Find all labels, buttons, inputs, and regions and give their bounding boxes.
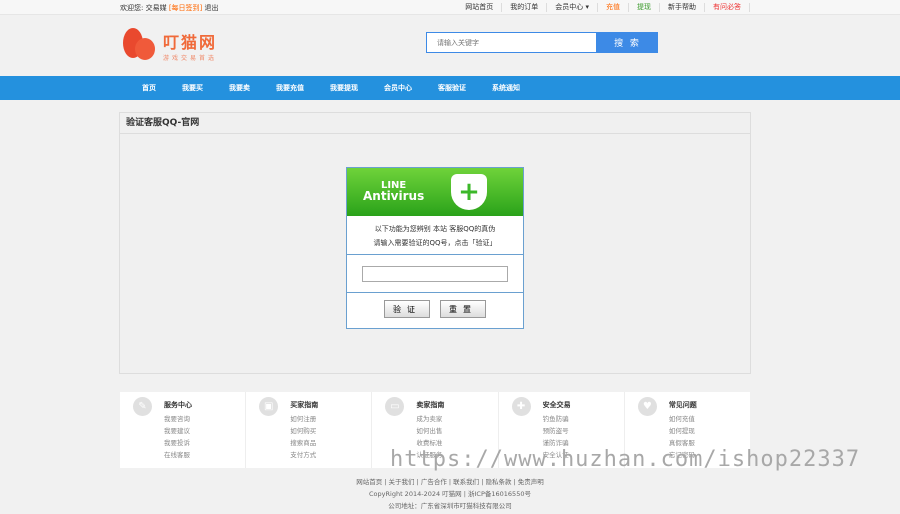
nav-item[interactable]: 首页 — [142, 76, 156, 100]
welcome-area: 欢迎您: 交易媒 [每日签到] 退出 — [120, 3, 219, 13]
squirrel-logo-icon — [123, 28, 159, 62]
banner-line2: Antivirus — [363, 189, 425, 203]
logout-link[interactable]: 退出 — [205, 4, 219, 12]
footer-title: 服务中心 — [164, 401, 192, 409]
footer-link[interactable]: 搜索商品 — [290, 437, 371, 449]
verify-box: LINE Antivirus + 以下功能为您辨别 本站 客服QQ的真伪 请输入需… — [346, 167, 524, 329]
logo-name: 叮猫网 — [163, 32, 218, 52]
wrench-icon: ✚ — [511, 397, 531, 416]
nav-item[interactable]: 会员中心 — [384, 76, 412, 100]
desc-line1: 以下功能为您辨别 本站 客服QQ的真伪 — [374, 225, 496, 233]
top-link[interactable]: 网站首页 — [457, 3, 503, 12]
panel-title: 验证客服QQ-官网 — [120, 113, 750, 134]
address: 公司地址：广东省深圳市叮猫科技有限公司 — [388, 502, 512, 510]
reset-button[interactable]: 重置 — [440, 300, 486, 318]
footer-title: 买家指南 — [290, 401, 319, 409]
footer-link[interactable]: 如何注册 — [290, 413, 371, 425]
footer-column: ▭ 卖家指南成为卖家 如何出售 收费标准 认证服务 — [372, 392, 499, 468]
top-link[interactable]: 我的订单 — [502, 3, 548, 12]
footer-link[interactable]: 在线客服 — [164, 449, 245, 461]
heart-icon: ♥ — [637, 397, 657, 416]
qq-input[interactable] — [362, 265, 508, 282]
signin-link[interactable]: [每日签到] — [169, 4, 202, 12]
footer-link[interactable]: 我要建议 — [164, 425, 245, 437]
footer-link[interactable]: 真假客服 — [669, 437, 750, 449]
copyright: CopyRight 2014-2024 叮猫网 | 浙ICP备16016550号 — [369, 490, 531, 498]
footer-link[interactable]: 我要投诉 — [164, 437, 245, 449]
footer-title: 卖家指南 — [416, 401, 445, 409]
top-link[interactable]: 有问必答 — [705, 3, 750, 12]
verify-button[interactable]: 验证 — [384, 300, 430, 318]
desc-line2: 请输入需要验证的QQ号，点击「验证」 — [373, 239, 497, 247]
nav-item[interactable]: 系统通知 — [492, 76, 520, 100]
footer-title: 常见问题 — [668, 401, 697, 409]
top-link[interactable]: 会员中心 ▾ — [547, 3, 598, 12]
search-bar: 搜 索 — [426, 32, 658, 53]
shield-plus-icon: + — [451, 174, 487, 210]
nav-item[interactable]: 客服验证 — [438, 76, 466, 100]
bus-icon: ▣ — [259, 397, 279, 416]
compass-icon: ✎ — [133, 397, 152, 416]
footer-guides: ✎ 服务中心我要咨询 我要建议 我要投诉 在线客服 ▣ 买家指南如何注册 如何购买 搜索商品 支付… — [120, 392, 750, 468]
footer-column: ♥ 常见问题如何充值 如何提现 真假客服 忘记密码 — [625, 392, 750, 468]
footer-link[interactable]: 忘记密码 — [669, 449, 750, 461]
footer-link[interactable]: 安全认证 — [543, 449, 624, 461]
bottom-links[interactable]: 网站首页 | 关于我们 | 广告合作 | 联系我们 | 隐私条款 | 免责声明 — [0, 476, 900, 488]
top-link[interactable]: 充值 — [598, 3, 629, 12]
wallet-icon: ▭ — [385, 397, 405, 416]
nav-item[interactable]: 我要提现 — [330, 76, 358, 100]
nav-item[interactable]: 我要充值 — [276, 76, 304, 100]
logo[interactable]: 叮猫网 游戏交易首选 — [123, 28, 217, 62]
footer-link[interactable]: 如何提现 — [669, 425, 750, 437]
footer-link[interactable]: 我要咨询 — [164, 413, 245, 425]
top-bar: 欢迎您: 交易媒 [每日签到] 退出 网站首页 我的订单 会员中心 ▾ 充值 提现 新手帮… — [0, 0, 900, 15]
top-link[interactable]: 新手帮助 — [660, 3, 705, 12]
footer-link[interactable]: 钓鱼防骗 — [543, 413, 624, 425]
antivirus-banner: LINE Antivirus + — [347, 168, 523, 216]
footer-link[interactable]: 如何购买 — [290, 425, 371, 437]
search-button[interactable]: 搜 索 — [597, 32, 658, 53]
nav-item[interactable]: 我要卖 — [229, 76, 250, 100]
footer-column: ✎ 服务中心我要咨询 我要建议 我要投诉 在线客服 — [120, 392, 247, 468]
footer-link[interactable]: 谨防诈骗 — [543, 437, 624, 449]
footer-column: ✚ 安全交易钓鱼防骗 预防盗号 谨防诈骗 安全认证 — [499, 392, 625, 468]
top-link[interactable]: 提现 — [629, 3, 660, 12]
welcome-label: 欢迎您: — [120, 4, 144, 12]
bottom-info: 网站首页 | 关于我们 | 广告合作 | 联系我们 | 隐私条款 | 免责声明 … — [0, 476, 900, 512]
logo-slogan: 游戏交易首选 — [163, 54, 218, 62]
footer-column: ▣ 买家指南如何注册 如何购买 搜索商品 支付方式 — [246, 392, 373, 468]
nav-item[interactable]: 我要买 — [182, 76, 203, 100]
footer-title: 安全交易 — [542, 401, 571, 409]
top-links: 网站首页 我的订单 会员中心 ▾ 充值 提现 新手帮助 有问必答 — [457, 3, 750, 12]
footer-link[interactable]: 支付方式 — [290, 449, 371, 461]
search-input[interactable] — [426, 32, 597, 53]
footer-link[interactable]: 认证服务 — [416, 449, 497, 461]
footer-link[interactable]: 如何出售 — [416, 425, 497, 437]
verify-panel: 验证客服QQ-官网 LINE Antivirus + 以下功能为您辨别 本站 客服… — [119, 112, 751, 374]
footer-link[interactable]: 如何充值 — [669, 413, 750, 425]
footer-link[interactable]: 成为卖家 — [416, 413, 497, 425]
username[interactable]: 交易媒 — [146, 4, 167, 12]
footer-link[interactable]: 收费标准 — [416, 437, 497, 449]
main-nav: 首页 我要买 我要卖 我要充值 我要提现 会员中心 客服验证 系统通知 — [0, 76, 900, 100]
footer-link[interactable]: 预防盗号 — [543, 425, 624, 437]
